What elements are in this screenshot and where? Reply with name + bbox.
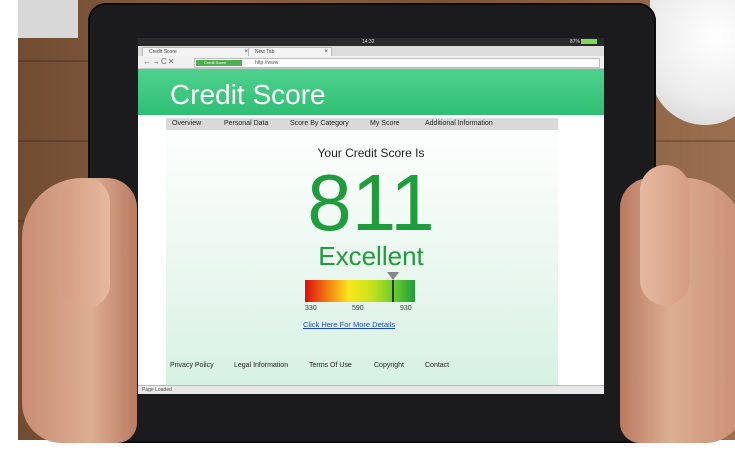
more-details-link[interactable]: Click Here For More Details <box>303 320 395 329</box>
footer-terms-of-use[interactable]: Terms Of Use <box>309 362 352 369</box>
score-gauge <box>305 280 415 302</box>
browser-statusbar: Page Loaded <box>138 385 604 394</box>
browser-navbar: ←→C✕ Credit Score http://www <box>138 56 604 69</box>
url-text: http://www <box>255 60 279 66</box>
score-rating: Excellent <box>318 241 424 271</box>
page-footer: Privacy Policy Legal Information Terms O… <box>166 362 558 376</box>
gauge-mid-label: 590 <box>352 305 364 312</box>
footer-legal-information[interactable]: Legal Information <box>234 362 288 369</box>
nav-overview[interactable]: Overview <box>172 118 201 130</box>
tab-label: New Tab <box>255 49 275 55</box>
secure-badge: Credit Score <box>196 60 242 66</box>
battery-icon <box>581 39 597 44</box>
page-title: Credit Score <box>170 79 326 110</box>
gauge-marker <box>392 280 395 302</box>
nav-controls[interactable]: ←→C✕ <box>143 57 175 66</box>
footer-copyright[interactable]: Copyright <box>374 362 404 369</box>
gauge-max-label: 930 <box>400 305 412 312</box>
top-navigation: Overview Personal Data Score By Category… <box>166 118 558 130</box>
browser-tabs: Credit Score × New Tab × <box>138 46 604 57</box>
nav-additional-information[interactable]: Additional Information <box>425 118 493 130</box>
status-clock: 14:32 <box>362 39 375 45</box>
nav-my-score[interactable]: My Score <box>370 118 400 130</box>
footer-privacy-policy[interactable]: Privacy Policy <box>170 362 214 369</box>
device-statusbar: 14:32 87% <box>138 38 604 46</box>
coffee-cup <box>650 0 735 125</box>
background-edge <box>0 0 18 460</box>
photo-background: 14:32 87% Credit Score × New Tab × ←→C✕ … <box>0 0 735 460</box>
right-thumb <box>640 165 690 305</box>
tab-label: Credit Score <box>149 49 177 55</box>
tablet-screen: 14:32 87% Credit Score × New Tab × ←→C✕ … <box>138 38 604 394</box>
gauge-min-label: 330 <box>305 305 317 312</box>
nav-score-by-category[interactable]: Score By Category <box>290 118 349 130</box>
gauge-pointer-icon <box>387 272 400 280</box>
battery-percent: 87% <box>570 39 581 45</box>
background-edge-bottom <box>0 440 735 460</box>
footer-contact[interactable]: Contact <box>425 362 449 369</box>
left-thumb <box>62 178 110 308</box>
header-banner: Credit Score <box>138 69 604 115</box>
url-bar[interactable]: Credit Score http://www <box>194 58 600 68</box>
credit-score-value: 811 <box>307 158 435 247</box>
nav-personal-data[interactable]: Personal Data <box>224 118 268 130</box>
